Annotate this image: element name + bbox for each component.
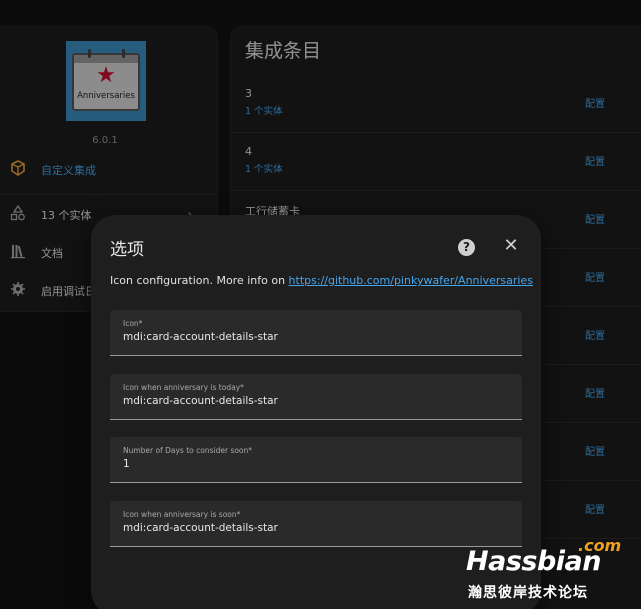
docs-link[interactable]: https://github.com/pinkywafer/Anniversar… <box>289 274 533 287</box>
description-text: Icon configuration. More info on <box>110 274 289 287</box>
icon-today-field[interactable]: Icon when anniversary is today* <box>110 374 522 420</box>
icon-input[interactable] <box>123 331 503 343</box>
icon-today-input[interactable] <box>123 395 503 407</box>
field-label: Icon when anniversary is today* <box>123 383 244 392</box>
watermark-subtitle: 瀚思彼岸技术论坛 <box>468 585 588 601</box>
help-icon[interactable]: ? <box>458 239 475 256</box>
field-label: Icon* <box>123 319 143 328</box>
icon-field[interactable]: Icon* <box>110 310 522 356</box>
dialog-title: 选项 <box>110 240 144 260</box>
close-icon[interactable]: ✕ <box>500 235 522 257</box>
days-soon-input[interactable] <box>123 458 503 470</box>
days-soon-field[interactable]: Number of Days to consider soon* <box>110 437 522 483</box>
dialog-description: Icon configuration. More info on https:/… <box>110 274 533 287</box>
icon-soon-field[interactable]: Icon when anniversary is soon* <box>110 501 522 547</box>
field-label: Number of Days to consider soon* <box>123 446 253 455</box>
icon-soon-input[interactable] <box>123 522 503 534</box>
watermark-domain: .com <box>578 536 622 555</box>
field-label: Icon when anniversary is soon* <box>123 510 241 519</box>
